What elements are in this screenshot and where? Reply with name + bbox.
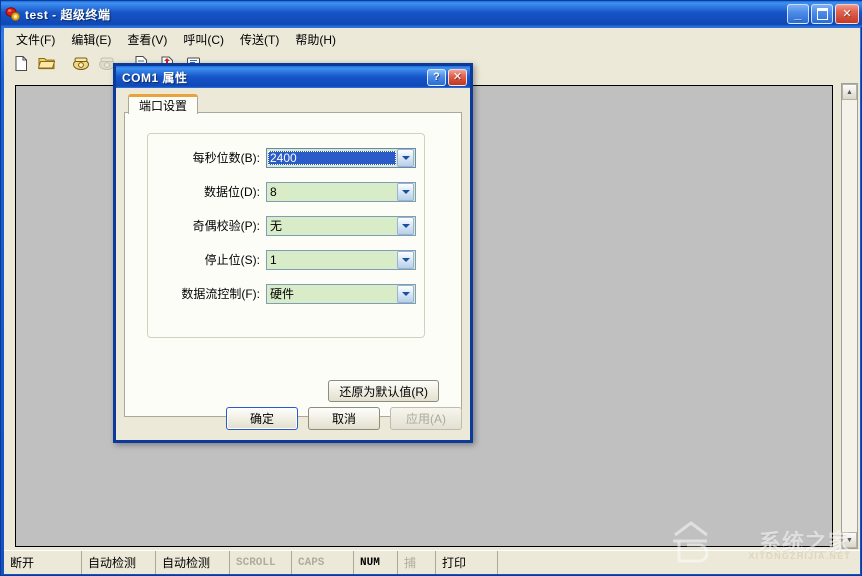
minimize-icon: _	[788, 5, 808, 23]
menu-file[interactable]: 文件(F)	[8, 29, 63, 50]
label-bits-per-second: 每秒位数(B):	[148, 149, 266, 166]
field-parity: 奇偶校验(P): 无	[148, 213, 424, 238]
minimize-button[interactable]: _	[787, 4, 809, 24]
port-settings-groupbox: 每秒位数(B): 2400 数据位(D): 8 奇偶校验(P):	[147, 133, 425, 338]
new-connection-icon[interactable]	[9, 52, 33, 74]
status-filler	[498, 551, 860, 574]
menu-transfer[interactable]: 传送(T)	[232, 29, 287, 50]
value-stop-bits: 1	[267, 253, 397, 267]
combo-stop-bits[interactable]: 1	[266, 250, 416, 270]
close-icon: ✕	[836, 5, 858, 23]
scroll-up-arrow-icon[interactable]: ▲	[842, 84, 857, 100]
dialog-help-button[interactable]: ?	[427, 69, 446, 86]
status-scroll-lock: SCROLL	[230, 551, 292, 574]
status-autodetect-2: 自动检测	[156, 551, 230, 574]
field-bits-per-second: 每秒位数(B): 2400	[148, 145, 424, 170]
dialog-title: COM1 属性	[122, 69, 188, 86]
apply-button: 应用(A)	[390, 407, 462, 430]
statusbar: 断开 自动检测 自动检测 SCROLL CAPS NUM 捕 打印	[4, 550, 860, 574]
combo-parity[interactable]: 无	[266, 216, 416, 236]
value-parity: 无	[267, 217, 397, 234]
window-titlebar: test - 超级终端 _ ✕	[1, 1, 862, 27]
field-stop-bits: 停止位(S): 1	[148, 247, 424, 272]
combo-flow-control[interactable]: 硬件	[266, 284, 416, 304]
value-flow-control: 硬件	[267, 285, 397, 302]
scroll-down-arrow-icon[interactable]: ▼	[842, 532, 857, 548]
field-data-bits: 数据位(D): 8	[148, 179, 424, 204]
field-flow-control: 数据流控制(F): 硬件	[148, 281, 424, 306]
tab-port-settings[interactable]: 端口设置	[128, 94, 198, 114]
menu-call[interactable]: 呼叫(C)	[175, 29, 232, 50]
chevron-down-icon[interactable]	[397, 149, 414, 167]
status-caps-lock: CAPS	[292, 551, 354, 574]
value-data-bits: 8	[267, 185, 397, 199]
combo-data-bits[interactable]: 8	[266, 182, 416, 202]
restore-defaults-button[interactable]: 还原为默认值(R)	[328, 380, 439, 402]
close-icon: ✕	[449, 70, 466, 85]
chevron-down-icon[interactable]	[397, 217, 414, 235]
menubar: 文件(F) 编辑(E) 查看(V) 呼叫(C) 传送(T) 帮助(H)	[4, 28, 860, 50]
close-button[interactable]: ✕	[835, 4, 859, 24]
chevron-down-icon[interactable]	[397, 251, 414, 269]
question-mark-icon: ?	[428, 70, 445, 85]
window-title: test - 超级终端	[25, 6, 111, 23]
status-num-lock: NUM	[354, 551, 398, 574]
open-folder-icon[interactable]	[35, 52, 59, 74]
value-bits-per-second: 2400	[268, 151, 396, 165]
dialog-titlebar: COM1 属性 ? ✕	[116, 66, 470, 88]
chevron-down-icon[interactable]	[397, 183, 414, 201]
status-autodetect-1: 自动检测	[82, 551, 156, 574]
maximize-button[interactable]	[811, 4, 833, 24]
hyperterminal-window: test - 超级终端 _ ✕ 文件(F) 编辑(E) 查看(V) 呼叫(C) …	[0, 0, 862, 576]
dialog-close-button[interactable]: ✕	[448, 69, 467, 86]
window-controls: _ ✕	[787, 4, 862, 24]
tab-strip: 端口设置	[124, 94, 462, 114]
menu-help[interactable]: 帮助(H)	[287, 29, 344, 50]
call-phone-icon[interactable]	[69, 52, 93, 74]
menu-view[interactable]: 查看(V)	[119, 29, 175, 50]
com1-properties-dialog: COM1 属性 ? ✕ 端口设置 每秒位数(B): 2400	[113, 63, 473, 443]
status-connection: 断开	[4, 551, 82, 574]
vertical-scrollbar[interactable]: ▲ ▼	[841, 83, 858, 549]
chevron-down-icon[interactable]	[397, 285, 414, 303]
label-parity: 奇偶校验(P):	[148, 217, 266, 234]
cancel-button[interactable]: 取消	[308, 407, 380, 430]
label-flow-control: 数据流控制(F):	[148, 285, 266, 302]
status-capture: 捕	[398, 551, 436, 574]
dialog-window-controls: ? ✕	[427, 69, 470, 86]
label-stop-bits: 停止位(S):	[148, 251, 266, 268]
scrollbar-track[interactable]	[842, 100, 857, 532]
maximize-icon	[812, 5, 832, 23]
hyperterminal-icon	[5, 6, 21, 22]
combo-bits-per-second[interactable]: 2400	[266, 148, 416, 168]
tab-page-port-settings: 每秒位数(B): 2400 数据位(D): 8 奇偶校验(P):	[124, 112, 462, 417]
status-print: 打印	[436, 551, 498, 574]
label-data-bits: 数据位(D):	[148, 183, 266, 200]
ok-button[interactable]: 确定	[226, 407, 298, 430]
menu-edit[interactable]: 编辑(E)	[63, 29, 119, 50]
dialog-footer: 确定 取消 应用(A)	[226, 407, 462, 430]
